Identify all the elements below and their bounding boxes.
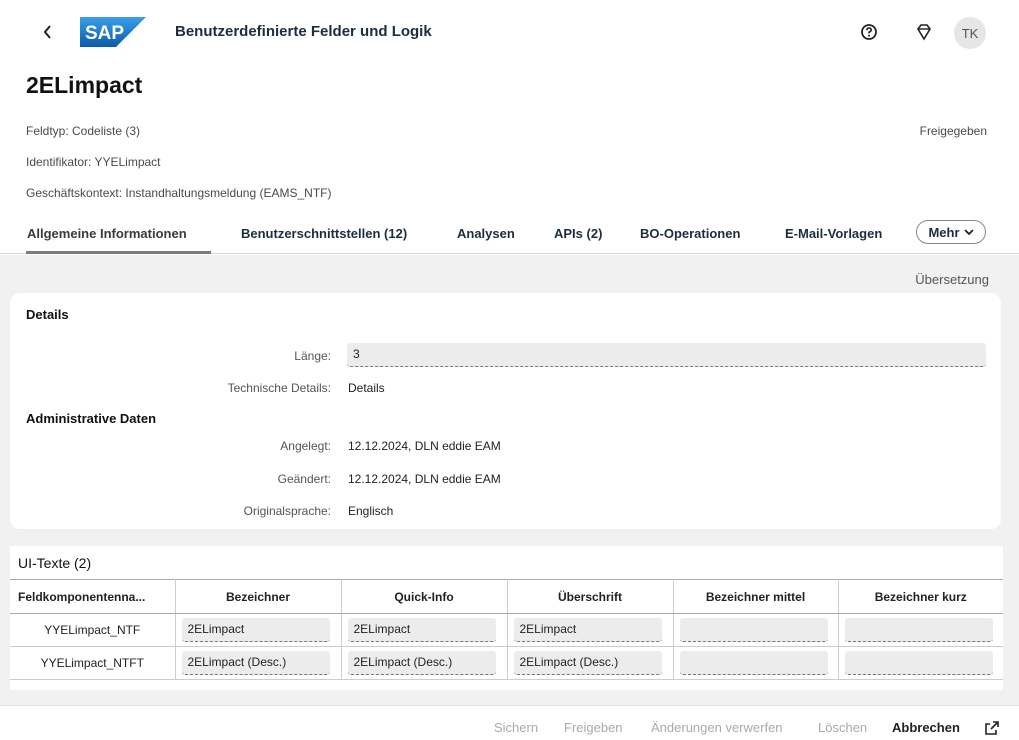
label-input[interactable]: 2ELimpact: [181, 618, 330, 642]
share-icon[interactable]: [984, 720, 1000, 736]
table-cell: 2ELimpact (Desc.): [175, 646, 342, 680]
svg-text:SAP: SAP: [85, 23, 124, 44]
more-tabs-button[interactable]: Mehr: [916, 220, 986, 244]
save-button[interactable]: Sichern: [494, 720, 538, 735]
table-header-row: Feldkomponentenna... Bezeichner Quick-In…: [10, 579, 1003, 614]
created-label: Angelegt:: [280, 439, 331, 453]
column-header[interactable]: Bezeichner kurz: [838, 579, 1003, 614]
column-header[interactable]: Bezeichner: [175, 579, 342, 614]
original-language-label: Originalsprache:: [243, 504, 331, 518]
column-header[interactable]: Bezeichner mittel: [673, 579, 839, 614]
label-input[interactable]: 2ELimpact (Desc.): [181, 651, 330, 675]
translation-link[interactable]: Übersetzung: [915, 272, 989, 287]
field-type: Feldtyp: Codeliste (3): [26, 124, 141, 138]
footer-toolbar: Sichern Freigeben Änderungen verwerfen L…: [0, 705, 1019, 740]
more-label: Mehr: [928, 224, 960, 240]
tab-general-info[interactable]: Allgemeine Informationen: [27, 226, 187, 241]
quick-info-input[interactable]: 2ELimpact: [347, 618, 496, 642]
identifier: Identifikator: YYELimpact: [26, 155, 161, 169]
tab-email-templates[interactable]: E-Mail-Vorlagen: [785, 226, 882, 241]
quick-info-input[interactable]: 2ELimpact (Desc.): [347, 651, 496, 675]
column-header[interactable]: Überschrift: [507, 579, 674, 614]
admin-section-title: Administrative Daten: [26, 411, 157, 426]
table-cell: [838, 646, 1003, 680]
heading-input[interactable]: 2ELimpact (Desc.): [513, 651, 662, 675]
sap-logo[interactable]: SAP: [80, 17, 146, 47]
help-icon: [861, 24, 877, 40]
table-cell: [838, 613, 1003, 647]
ui-texts-table: Feldkomponentenna... Bezeichner Quick-In…: [10, 579, 1003, 680]
back-button[interactable]: [38, 22, 58, 42]
tab-bar: Allgemeine Informationen Benutzerschnitt…: [0, 218, 1019, 254]
table-cell: 2ELimpact (Desc.): [507, 646, 674, 680]
length-label: Länge:: [294, 349, 331, 363]
chevron-left-icon: [43, 25, 51, 39]
shell-bar: SAP Benutzerdefinierte Felder und Logik …: [0, 0, 1019, 64]
label-medium-input[interactable]: [679, 651, 828, 675]
table-row: YYELimpact_NTF 2ELimpact 2ELimpact 2ELim…: [10, 613, 1003, 647]
tab-bo-operations[interactable]: BO-Operationen: [640, 226, 740, 241]
ui-texts-panel: UI-Texte (2) Feldkomponentenna... Bezeic…: [10, 546, 1003, 690]
details-section-title: Details: [26, 307, 69, 322]
object-title: 2ELimpact: [26, 72, 143, 98]
label-short-input[interactable]: [844, 618, 993, 642]
column-header[interactable]: Quick-Info: [341, 579, 508, 614]
discard-changes-button[interactable]: Änderungen verwerfen: [651, 720, 783, 735]
app-title: Benutzerdefinierte Felder und Logik: [175, 23, 432, 40]
whats-new-button[interactable]: [914, 22, 934, 42]
tab-user-interfaces[interactable]: Benutzerschnittstellen (12): [241, 226, 407, 241]
label-medium-input[interactable]: [679, 618, 828, 642]
avatar[interactable]: TK: [954, 17, 986, 49]
column-header[interactable]: Feldkomponentenna...: [10, 579, 176, 614]
table-cell: 2ELimpact: [341, 613, 508, 647]
cancel-button[interactable]: Abbrechen: [892, 720, 960, 735]
help-button[interactable]: [859, 22, 879, 42]
length-field[interactable]: 3: [347, 343, 986, 367]
table-row: YYELimpact_NTFT 2ELimpact (Desc.) 2ELimp…: [10, 646, 1003, 680]
business-context: Geschäftskontext: Instandhaltungsmeldung…: [26, 186, 332, 200]
length-value: 3: [353, 347, 360, 361]
created-value: 12.12.2024, DLN eddie EAM: [348, 439, 501, 453]
label-short-input[interactable]: [844, 651, 993, 675]
ui-texts-title: UI-Texte (2): [18, 555, 92, 571]
table-cell: 2ELimpact (Desc.): [341, 646, 508, 680]
original-language-value: Englisch: [348, 504, 394, 518]
tab-analyses[interactable]: Analysen: [457, 226, 515, 241]
table-cell: [673, 646, 839, 680]
details-card: [10, 293, 1001, 529]
active-tab-indicator: [26, 251, 211, 254]
table-cell: [673, 613, 839, 647]
table-cell: 2ELimpact: [175, 613, 342, 647]
component-name-cell: YYELimpact_NTF: [10, 613, 176, 647]
technical-details-value: Details: [348, 381, 385, 395]
release-button[interactable]: Freigeben: [564, 720, 623, 735]
delete-button[interactable]: Löschen: [818, 720, 867, 735]
tab-apis[interactable]: APIs (2): [554, 226, 602, 241]
heading-input[interactable]: 2ELimpact: [513, 618, 662, 642]
technical-details-label: Technische Details:: [227, 381, 331, 395]
chevron-down-icon: [963, 229, 974, 236]
table-cell: 2ELimpact: [507, 613, 674, 647]
changed-value: 12.12.2024, DLN eddie EAM: [348, 472, 501, 486]
diamond-icon: [917, 24, 931, 41]
changed-label: Geändert:: [277, 472, 331, 486]
status-text: Freigegeben: [919, 124, 987, 138]
component-name-cell: YYELimpact_NTFT: [10, 646, 176, 680]
